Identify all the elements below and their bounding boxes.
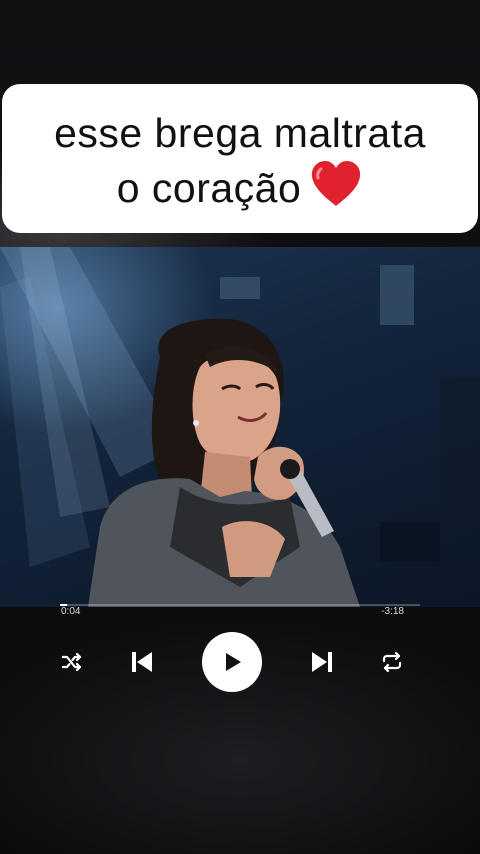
heart-icon <box>312 161 361 206</box>
next-button[interactable] <box>308 648 336 676</box>
skip-previous-icon <box>132 652 152 672</box>
caption-line-2-text: o coração <box>116 165 302 211</box>
previous-button[interactable] <box>128 648 156 676</box>
shuffle-button[interactable] <box>60 650 84 674</box>
progress-track <box>60 604 420 606</box>
video-screen: esse brega maltrata o coração 0:04 -3:18 <box>0 0 480 854</box>
shuffle-icon <box>61 652 82 672</box>
caption-line-1: esse brega maltrata <box>54 110 426 156</box>
caption-card: esse brega maltrata o coração <box>2 84 478 233</box>
playback-controls <box>0 630 480 694</box>
repeat-button[interactable] <box>380 650 404 674</box>
play-button[interactable] <box>202 632 262 692</box>
album-art-photo <box>0 247 480 607</box>
time-elapsed: 0:04 <box>61 606 81 617</box>
caption-line-2: o coração <box>117 160 364 215</box>
time-remaining: -3:18 <box>381 606 404 617</box>
singer-illustration <box>0 247 480 607</box>
progress-bar[interactable] <box>60 603 420 607</box>
repeat-icon <box>382 651 402 673</box>
skip-next-icon <box>312 652 332 672</box>
play-icon <box>226 653 241 671</box>
